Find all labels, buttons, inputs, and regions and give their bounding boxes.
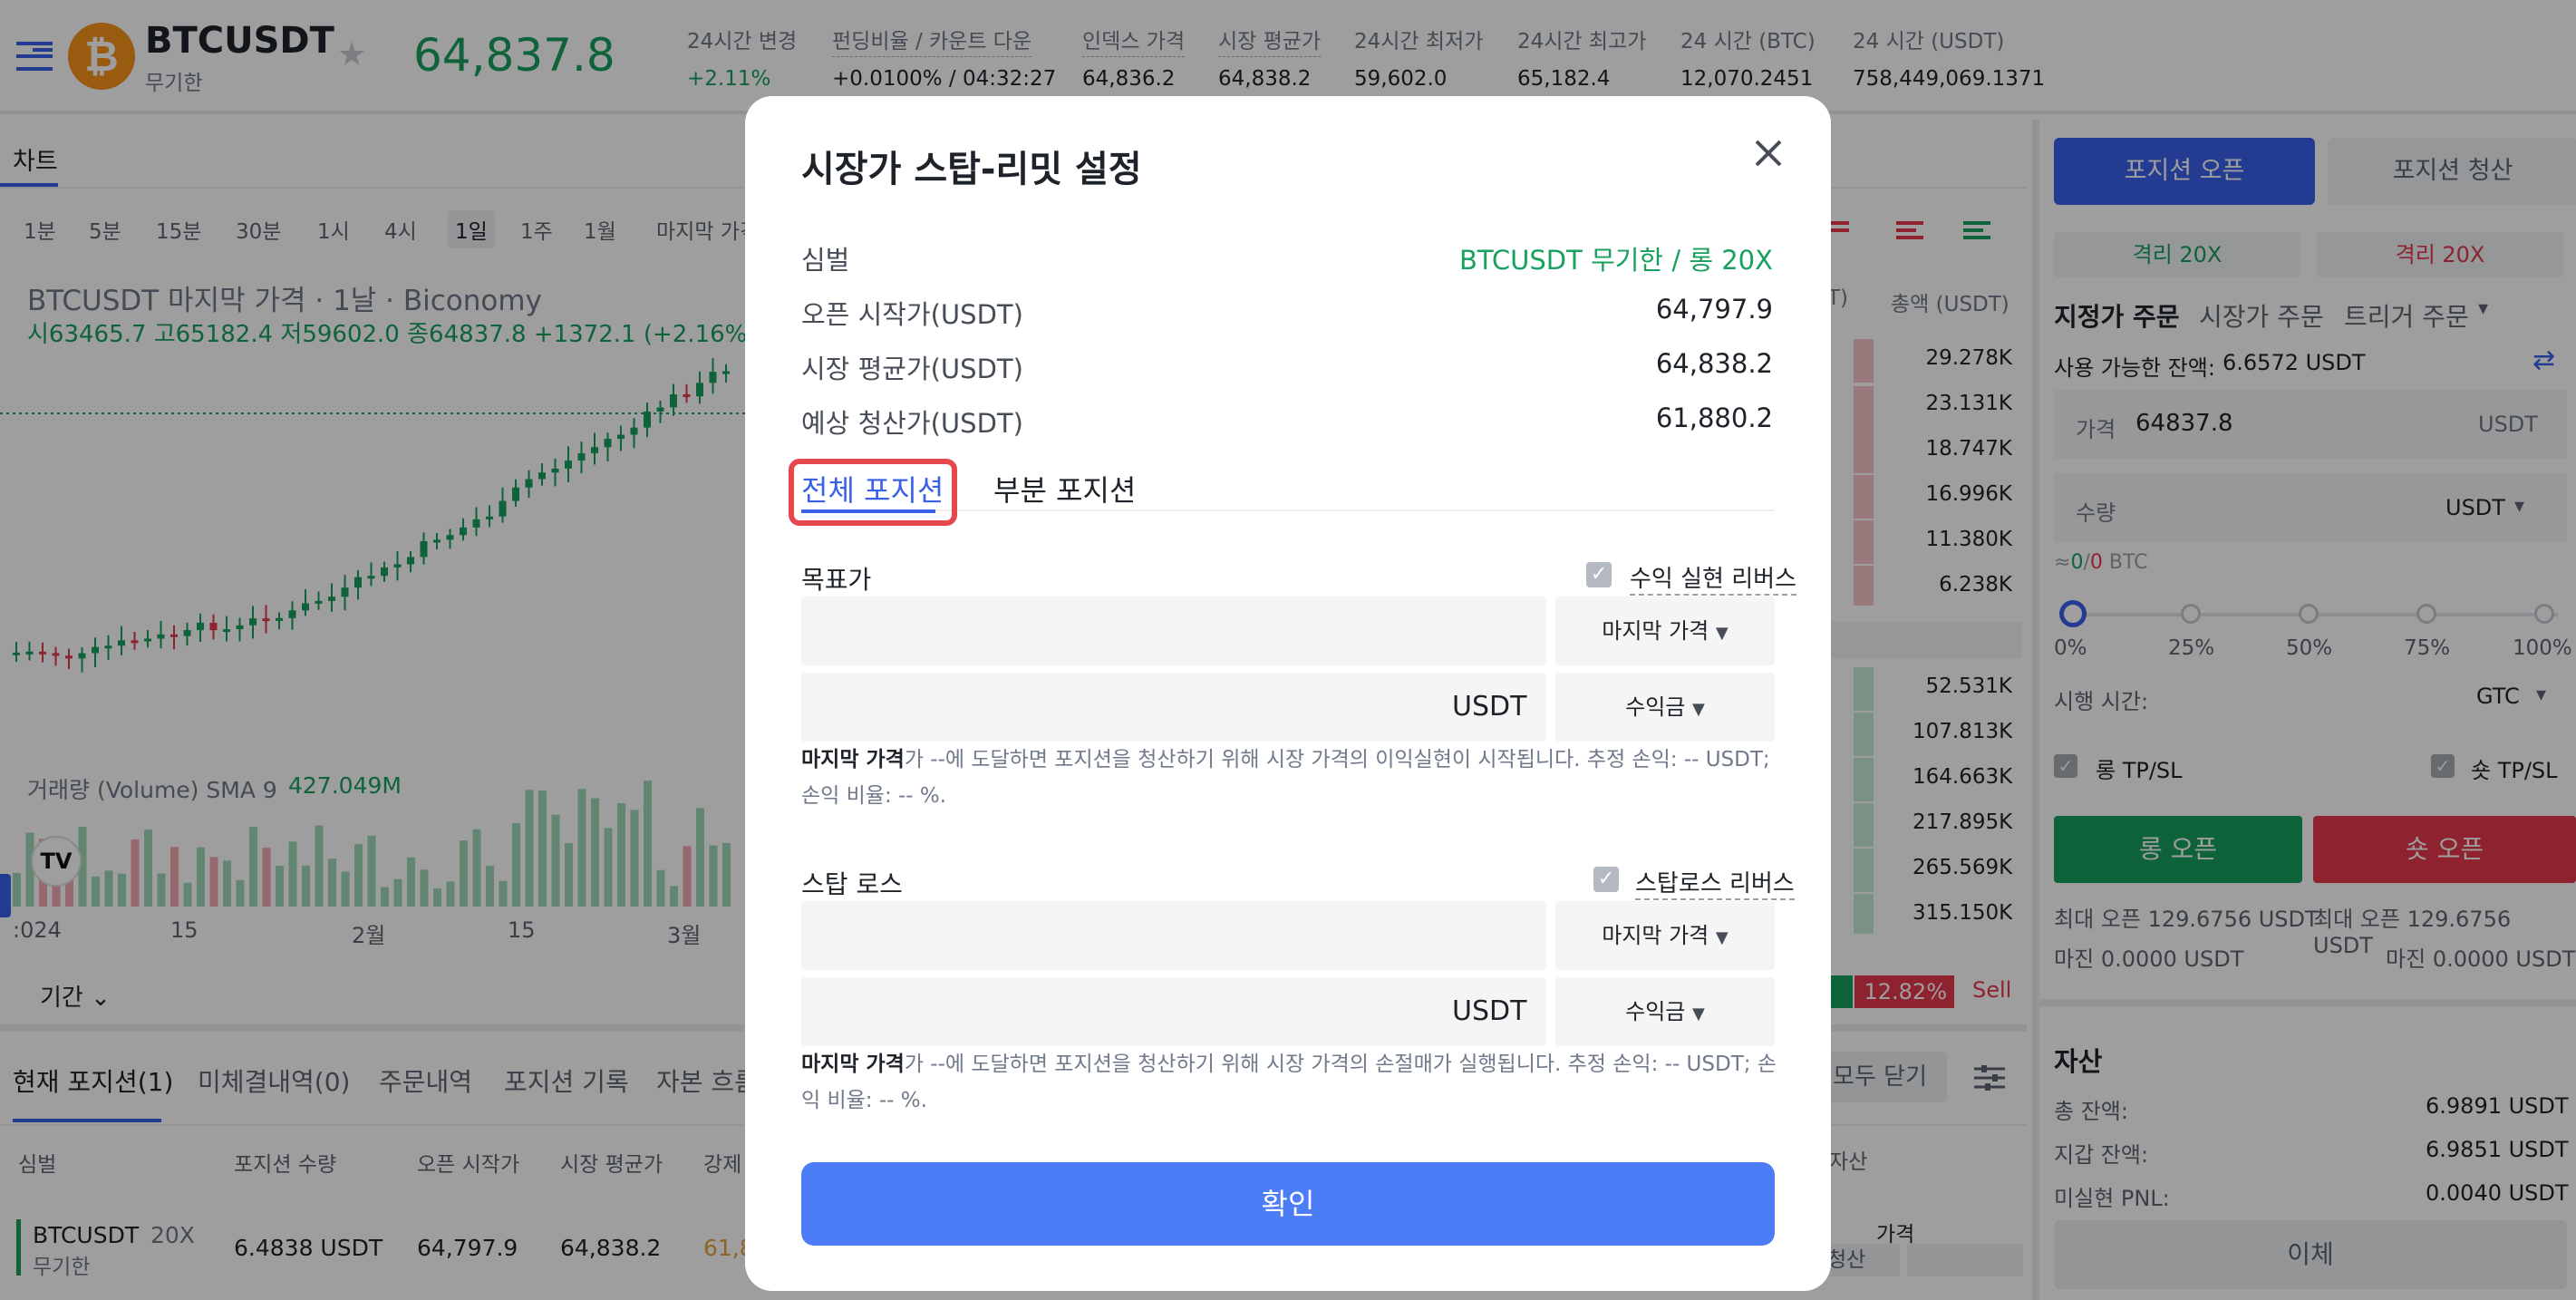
select-label: 수익금 — [1625, 999, 1686, 1024]
info-value-liq: 61,880.2 — [1655, 403, 1773, 433]
trading-app: ₿ BTCUSDT 무기한 ★ 64,837.8 24시간 변경 +2.11% … — [0, 0, 2576, 1300]
note-text: 가 --에 도달하면 포지션을 청산하기 위해 시장 가격의 손절매가 실행됩니… — [801, 1053, 1777, 1112]
confirm-button[interactable]: 확인 — [801, 1162, 1775, 1246]
info-value-open: 64,797.9 — [1655, 294, 1773, 325]
caret-down-icon: ▼ — [1692, 1004, 1705, 1024]
info-value-avg: 64,838.2 — [1655, 348, 1773, 379]
sl-price-input[interactable] — [801, 901, 1546, 970]
close-icon[interactable] — [1746, 131, 1791, 176]
caret-down-icon: ▼ — [1715, 928, 1729, 947]
tab-partial-position[interactable]: 부분 포지션 — [993, 468, 1136, 509]
highlight-box — [789, 459, 957, 526]
tp-amount-input[interactable] — [801, 673, 1546, 742]
take-profit-label: 목표가 — [801, 565, 872, 595]
tp-amount-unit: USDT — [1452, 691, 1527, 723]
tp-reverse-label: 수익 실현 리버스 — [1630, 560, 1796, 596]
select-label: 수익금 — [1625, 694, 1686, 720]
tp-note: 마지막 가격가 --에 도달하면 포지션을 청산하기 위해 시장 가격의 이익실… — [801, 742, 1780, 814]
sl-reverse-checkbox[interactable]: ✓ — [1593, 867, 1619, 892]
sl-amount-input[interactable] — [801, 977, 1546, 1046]
tp-trigger-select[interactable]: 마지막 가격 ▼ — [1555, 597, 1775, 665]
info-label-symbol: 심벌 — [801, 245, 850, 276]
sl-reverse-label: 스탑로스 리버스 — [1635, 865, 1795, 900]
info-label-liq: 예상 청산가(USDT) — [801, 408, 1023, 439]
sl-amount-unit: USDT — [1452, 995, 1527, 1027]
tp-price-input[interactable] — [801, 597, 1546, 665]
tp-reverse-checkbox[interactable]: ✓ — [1586, 562, 1612, 587]
sl-amount-select[interactable]: 수익금 ▼ — [1555, 977, 1775, 1046]
info-value-symbol: BTCUSDT 무기한 / 롱 20X — [1459, 245, 1773, 276]
info-label-avg: 시장 평균가(USDT) — [801, 354, 1023, 384]
caret-down-icon: ▼ — [1715, 624, 1729, 643]
tp-amount-select[interactable]: 수익금 ▼ — [1555, 673, 1775, 742]
select-label: 마지막 가격 — [1602, 618, 1709, 644]
modal-title: 시장가 스탑-리밋 설정 — [801, 149, 1142, 190]
note-emphasis: 마지막 가격 — [801, 1053, 905, 1076]
info-label-open: 오픈 시작가(USDT) — [801, 299, 1023, 330]
note-text: 가 --에 도달하면 포지션을 청산하기 위해 시장 가격의 이익실현이 시작됩… — [801, 748, 1770, 808]
note-emphasis: 마지막 가격 — [801, 748, 905, 771]
stop-loss-label: 스탑 로스 — [801, 869, 903, 899]
select-label: 마지막 가격 — [1602, 923, 1709, 948]
sl-note: 마지막 가격가 --에 도달하면 포지션을 청산하기 위해 시장 가격의 손절매… — [801, 1046, 1780, 1119]
caret-down-icon: ▼ — [1692, 700, 1705, 719]
sl-trigger-select[interactable]: 마지막 가격 ▼ — [1555, 901, 1775, 970]
